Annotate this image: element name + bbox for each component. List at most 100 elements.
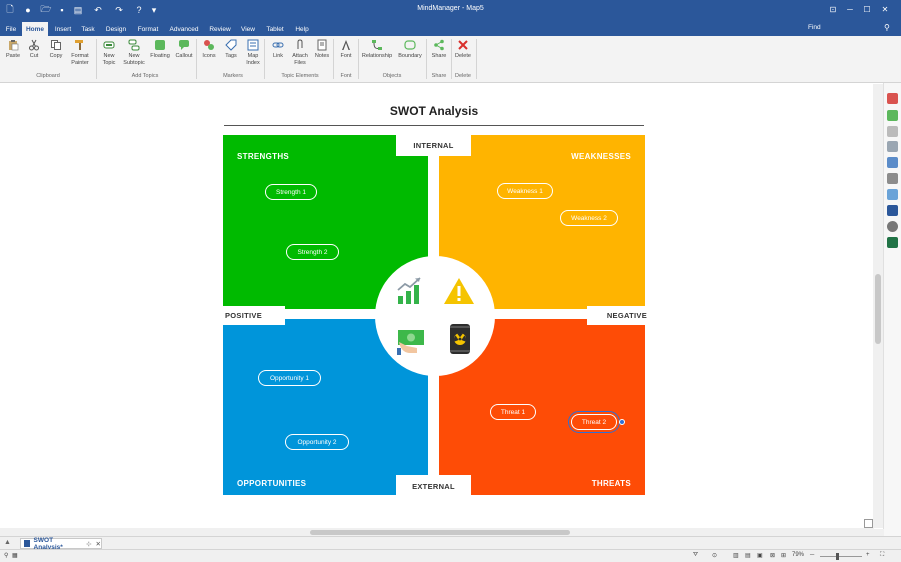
topic-threat-1[interactable]: Threat 1 [490, 404, 536, 420]
floating-topic-icon [155, 40, 165, 50]
map-overview-icon[interactable]: ▲ [4, 539, 11, 546]
map-index-button[interactable]: Map Index [241, 39, 265, 66]
selection-handle[interactable] [619, 419, 625, 425]
tab-file[interactable]: File [2, 22, 20, 36]
callout-label: Callout [175, 53, 193, 59]
floating-button[interactable]: Floating [148, 39, 172, 60]
user-icon[interactable]: ⚲ [4, 552, 8, 559]
boundary-button[interactable]: Boundary [396, 39, 424, 60]
pin-icon[interactable]: ⊹ [86, 540, 91, 548]
horizontal-scrollbar[interactable] [0, 528, 874, 536]
topic-pane-icon[interactable] [887, 141, 898, 152]
tab-review[interactable]: Review [205, 22, 235, 36]
clipboard-group-label: Clipboard [36, 73, 60, 79]
focus-icon[interactable]: ⊠ [770, 552, 775, 559]
topic-threat-2[interactable]: Threat 2 [568, 411, 620, 433]
format-pane-icon[interactable] [887, 126, 898, 137]
zoom-in-icon[interactable]: + [866, 552, 870, 558]
share-icon [434, 39, 444, 51]
topic-weakness-1[interactable]: Weakness 1 [497, 183, 553, 199]
new-subtopic-button[interactable]: New Subtopic [122, 39, 146, 66]
view-outline-icon[interactable]: ▤ [745, 552, 751, 559]
copy-button[interactable]: Copy [44, 39, 68, 60]
tab-view[interactable]: View [237, 22, 259, 36]
attach-files-button[interactable]: Attach Files [288, 39, 312, 66]
tab-format[interactable]: Format [133, 22, 163, 36]
fit-map-icon[interactable]: ⊞ [781, 552, 786, 559]
view-gantt-icon[interactable]: ▣ [757, 552, 763, 559]
markers-pane-icon[interactable] [887, 93, 898, 104]
tab-tablet[interactable]: Tablet [261, 22, 289, 36]
topic-strength-1[interactable]: Strength 1 [265, 184, 317, 200]
minimize-icon[interactable]: ─ [843, 2, 857, 16]
zoom-out-icon[interactable]: ─ [810, 552, 814, 558]
map-title[interactable]: SWOT Analysis [224, 104, 644, 118]
font-button[interactable]: Font [334, 39, 358, 60]
vertical-scrollbar[interactable] [873, 84, 883, 528]
topic-strength-2[interactable]: Strength 2 [286, 244, 339, 260]
mindmanager-window: 🗋 ● 🗁 ▪ ▤ ↶ ↷ ? ▾ MindManager - Map5 ⊡ ─… [0, 0, 901, 562]
threats-title: THREATS [591, 479, 631, 488]
map-canvas[interactable]: SWOT Analysis STRENGTHS Strength 1 Stren… [0, 83, 884, 529]
search-pane-icon[interactable] [887, 173, 898, 184]
zoom-level[interactable]: 79% [792, 552, 804, 558]
tab-advanced[interactable]: Advanced [166, 22, 202, 36]
document-tab-swot[interactable]: SWOT Analysis* ⊹ ✕ [20, 537, 102, 551]
browser-pane-icon[interactable] [887, 221, 898, 232]
icons-button[interactable]: Icons [197, 39, 221, 60]
axis-negative[interactable]: NEGATIVE [587, 306, 647, 325]
cut-button[interactable]: Cut [22, 39, 46, 60]
close-icon[interactable]: ✕ [878, 2, 892, 16]
tab-task[interactable]: Task [78, 22, 98, 36]
new-topic-button[interactable]: New Topic [97, 39, 121, 66]
boundary-label: Boundary [398, 53, 422, 59]
link-button[interactable]: Link [266, 39, 290, 60]
index-pane-icon[interactable] [887, 189, 898, 200]
layout-icon[interactable]: ▦ [12, 552, 18, 559]
topic-weakness-2[interactable]: Weakness 2 [560, 210, 618, 226]
horizontal-scroll-thumb[interactable] [310, 530, 570, 535]
boundary-icon [404, 40, 416, 50]
outlook-pane-icon[interactable] [887, 205, 898, 216]
icons-label: Icons [202, 53, 216, 59]
mindmap-doc-icon [24, 540, 30, 547]
filter-icon[interactable]: ⛛ [693, 552, 698, 559]
axis-positive[interactable]: POSITIVE [223, 306, 285, 325]
navigate-icon[interactable]: ⊙ [712, 552, 717, 559]
full-screen-icon[interactable]: ⛶ [880, 552, 884, 559]
topic-opportunity-2[interactable]: Opportunity 2 [285, 434, 349, 450]
group-divider [264, 39, 265, 79]
excel-pane-icon[interactable] [887, 237, 898, 248]
scroll-corner-box[interactable] [864, 519, 873, 528]
zoom-slider[interactable] [820, 556, 862, 557]
delete-x-icon [458, 40, 468, 50]
vertical-scroll-thumb[interactable] [875, 274, 881, 344]
search-icon[interactable]: ⚲ [884, 23, 890, 32]
status-bar: ⚲ ▦ ⛛ ⊙ ▥ ▤ ▣ ⊠ ⊞ 79% ─ + ⛶ [0, 549, 901, 562]
axis-internal[interactable]: INTERNAL [396, 134, 471, 156]
maximize-icon[interactable]: ☐ [860, 2, 874, 16]
close-tab-icon[interactable]: ✕ [96, 540, 101, 548]
callout-button[interactable]: Callout [172, 39, 196, 60]
axis-external[interactable]: EXTERNAL [396, 475, 471, 497]
tab-insert[interactable]: Insert [51, 22, 75, 36]
share-button[interactable]: Share [427, 39, 451, 60]
map-parts-pane-icon[interactable] [887, 157, 898, 168]
ribbon-display-icon[interactable]: ⊡ [826, 2, 840, 16]
tab-home[interactable]: Home [22, 22, 48, 36]
format-painter-button[interactable]: Format Painter [67, 39, 93, 66]
tab-help[interactable]: Help [291, 22, 313, 36]
tab-design[interactable]: Design [101, 22, 131, 36]
center-image-circle[interactable] [375, 256, 495, 376]
notes-button[interactable]: Notes [310, 39, 334, 60]
delete-button[interactable]: Delete [451, 39, 475, 60]
new-subtopic-label: New Subtopic [123, 53, 145, 66]
relationship-button[interactable]: Relationship [360, 39, 394, 60]
find-label[interactable]: Find [808, 24, 821, 31]
topic-opportunity-1[interactable]: Opportunity 1 [258, 370, 321, 386]
view-map-icon[interactable]: ▥ [733, 552, 739, 559]
tags-button[interactable]: Tags [219, 39, 243, 60]
copy-label: Copy [49, 53, 63, 59]
zoom-slider-handle[interactable] [836, 553, 839, 560]
library-pane-icon[interactable] [887, 110, 898, 121]
